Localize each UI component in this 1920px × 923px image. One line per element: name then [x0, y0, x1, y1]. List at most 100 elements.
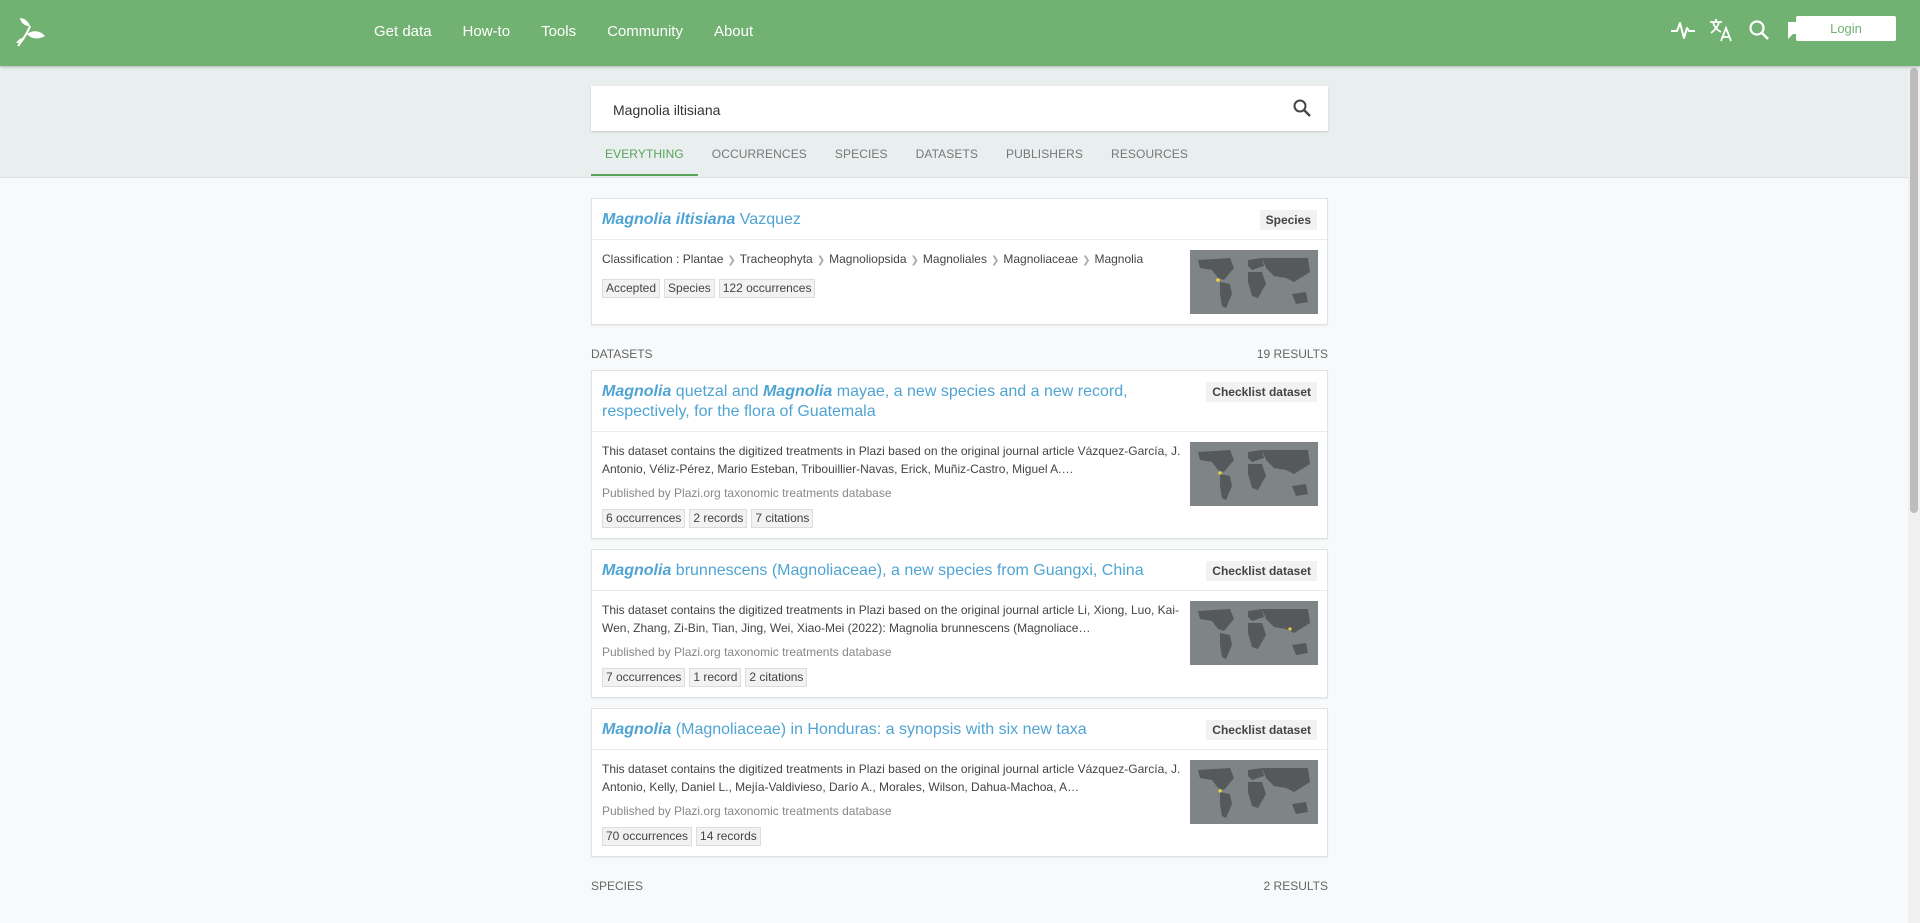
occurrence-map[interactable] — [1190, 442, 1318, 506]
datasets-section-header: DATASETS 19 RESULTS — [591, 347, 1328, 361]
chevron-right-icon: ❯ — [910, 255, 919, 266]
nav-how-to[interactable]: How-to — [463, 23, 511, 40]
dataset-title-link[interactable]: Magnolia (Magnoliaceae) in Honduras: a s… — [602, 720, 1217, 740]
search-tabs: EVERYTHING OCCURRENCES SPECIES DATASETS … — [591, 132, 1202, 177]
tab-occurrences[interactable]: OCCURRENCES — [698, 132, 821, 176]
dataset-tags: 6 occurrences 2 records 7 citations — [602, 509, 1187, 528]
dataset-card-body: This dataset contains the digitized trea… — [592, 432, 1327, 538]
header-icons — [1658, 17, 1810, 43]
search-input[interactable] — [611, 86, 1265, 133]
citations-tag[interactable]: 2 citations — [745, 668, 808, 687]
nav-tools[interactable]: Tools — [541, 23, 576, 40]
tab-species[interactable]: SPECIES — [821, 132, 902, 176]
tab-resources[interactable]: RESOURCES — [1097, 132, 1202, 176]
occurrences-tag[interactable]: 7 occurrences — [602, 668, 686, 687]
search-icon[interactable] — [1746, 17, 1772, 43]
tab-publishers[interactable]: PUBLISHERS — [992, 132, 1097, 176]
species-card-header: Magnolia iltisiana Vazquez Species — [592, 199, 1327, 240]
dataset-description: This dataset contains the digitized trea… — [602, 603, 1179, 635]
chevron-right-icon: ❯ — [727, 255, 736, 266]
species-card: Magnolia iltisiana Vazquez Species Class… — [591, 198, 1328, 325]
dataset-publisher: Published by Plazi.org taxonomic treatme… — [602, 804, 892, 818]
search-box — [591, 86, 1328, 133]
section-label: SPECIES — [591, 879, 644, 893]
rank-tag: Species — [664, 279, 715, 298]
dataset-card-header: Magnolia (Magnoliaceae) in Honduras: a s… — [592, 709, 1327, 750]
gbif-logo-icon[interactable] — [14, 16, 46, 48]
title-italic-part: Magnolia — [602, 562, 672, 579]
main-nav: Get data How-to Tools Community About — [374, 0, 784, 62]
dataset-card: Magnolia quetzal and Magnolia mayae, a n… — [591, 370, 1328, 539]
dataset-title-link[interactable]: Magnolia brunnescens (Magnoliaceae), a n… — [602, 561, 1217, 581]
tab-everything[interactable]: EVERYTHING — [591, 132, 698, 176]
classification-order[interactable]: Magnoliales — [923, 252, 987, 266]
classification-phylum[interactable]: Tracheophyta — [740, 252, 813, 266]
chevron-right-icon: ❯ — [990, 255, 1000, 266]
dataset-type-badge: Checklist dataset — [1206, 720, 1317, 740]
title-italic-part: Magnolia — [602, 721, 672, 738]
classification-label: Classification : — [602, 252, 683, 266]
classification-genus[interactable]: Magnolia — [1094, 252, 1143, 266]
species-badge: Species — [1259, 210, 1317, 230]
nav-get-data[interactable]: Get data — [374, 23, 432, 40]
page-scrollbar[interactable] — [1908, 66, 1920, 923]
occurrences-tag[interactable]: 70 occurrences — [602, 827, 693, 846]
dataset-card: Magnolia brunnescens (Magnoliaceae), a n… — [591, 549, 1328, 698]
search-band: EVERYTHING OCCURRENCES SPECIES DATASETS … — [0, 66, 1920, 178]
dataset-publisher: Published by Plazi.org taxonomic treatme… — [602, 645, 892, 659]
dataset-title-link[interactable]: Magnolia quetzal and Magnolia mayae, a n… — [602, 382, 1217, 422]
search-submit-icon[interactable] — [1292, 98, 1312, 118]
classification-family[interactable]: Magnoliaceae — [1003, 252, 1078, 266]
dataset-type-badge: Checklist dataset — [1206, 561, 1317, 581]
dataset-card-body: This dataset contains the digitized trea… — [592, 750, 1327, 856]
occurrences-tag[interactable]: 122 occurrences — [718, 279, 816, 298]
top-navigation-bar: Get data How-to Tools Community About Lo… — [0, 0, 1920, 66]
title-italic-part: Magnolia — [602, 383, 672, 400]
title-part: quetzal and — [671, 383, 763, 400]
dataset-card-header: Magnolia brunnescens (Magnoliaceae), a n… — [592, 550, 1327, 591]
dataset-description: This dataset contains the digitized trea… — [602, 762, 1181, 794]
records-tag[interactable]: 2 records — [689, 509, 748, 528]
dataset-tags: 70 occurrences 14 records — [602, 827, 1187, 846]
login-button[interactable]: Login — [1796, 16, 1896, 41]
dataset-tags: 7 occurrences 1 record 2 citations — [602, 668, 1187, 687]
chevron-right-icon: ❯ — [1082, 255, 1091, 266]
occurrences-tag[interactable]: 6 occurrences — [602, 509, 686, 528]
dataset-publisher: Published by Plazi.org taxonomic treatme… — [602, 486, 892, 500]
dataset-card-body: This dataset contains the digitized trea… — [592, 591, 1327, 697]
section-label: DATASETS — [591, 347, 653, 361]
species-section-header: SPECIES 2 RESULTS — [591, 879, 1328, 893]
records-tag[interactable]: 14 records — [696, 827, 761, 846]
records-tag[interactable]: 1 record — [689, 668, 742, 687]
occurrence-map[interactable] — [1190, 250, 1318, 314]
occurrence-map[interactable] — [1190, 760, 1318, 824]
title-italic-part: Magnolia — [762, 383, 833, 400]
species-authorship: Vazquez — [735, 211, 801, 228]
nav-about[interactable]: About — [714, 23, 753, 40]
translate-icon[interactable] — [1708, 17, 1734, 43]
dataset-type-badge: Checklist dataset — [1206, 382, 1317, 402]
title-part: (Magnoliaceae) in Honduras: a synopsis w… — [671, 721, 1087, 738]
activity-icon[interactable] — [1670, 17, 1696, 43]
tab-datasets[interactable]: DATASETS — [902, 132, 992, 176]
nav-community[interactable]: Community — [607, 23, 683, 40]
species-title-link[interactable]: Magnolia iltisiana Vazquez — [602, 210, 1217, 230]
dataset-card-header: Magnolia quetzal and Magnolia mayae, a n… — [592, 371, 1327, 432]
classification: Classification : Plantae ❯ Tracheophyta ❯ Ma… — [602, 250, 1187, 270]
search-results: Magnolia iltisiana Vazquez Species Class… — [591, 198, 1328, 902]
species-scientific-name: Magnolia iltisiana — [602, 211, 736, 228]
status-tag: Accepted — [602, 279, 661, 298]
species-card-body: Classification : Plantae ❯ Tracheophyta ❯ Ma… — [592, 240, 1327, 324]
citations-tag[interactable]: 7 citations — [751, 509, 814, 528]
dataset-description: This dataset contains the digitized trea… — [602, 444, 1181, 476]
species-tags: Accepted Species 122 occurrences — [602, 279, 1187, 298]
scrollbar-thumb[interactable] — [1910, 68, 1918, 513]
dataset-card: Magnolia (Magnoliaceae) in Honduras: a s… — [591, 708, 1328, 857]
classification-kingdom[interactable]: Plantae — [683, 252, 724, 266]
section-count[interactable]: 2 RESULTS — [1264, 879, 1328, 893]
occurrence-map[interactable] — [1190, 601, 1318, 665]
classification-class[interactable]: Magnoliopsida — [829, 252, 906, 266]
chevron-right-icon: ❯ — [816, 255, 826, 266]
title-part: brunnescens (Magnoliaceae), a new specie… — [671, 562, 1144, 579]
section-count[interactable]: 19 RESULTS — [1257, 347, 1328, 361]
